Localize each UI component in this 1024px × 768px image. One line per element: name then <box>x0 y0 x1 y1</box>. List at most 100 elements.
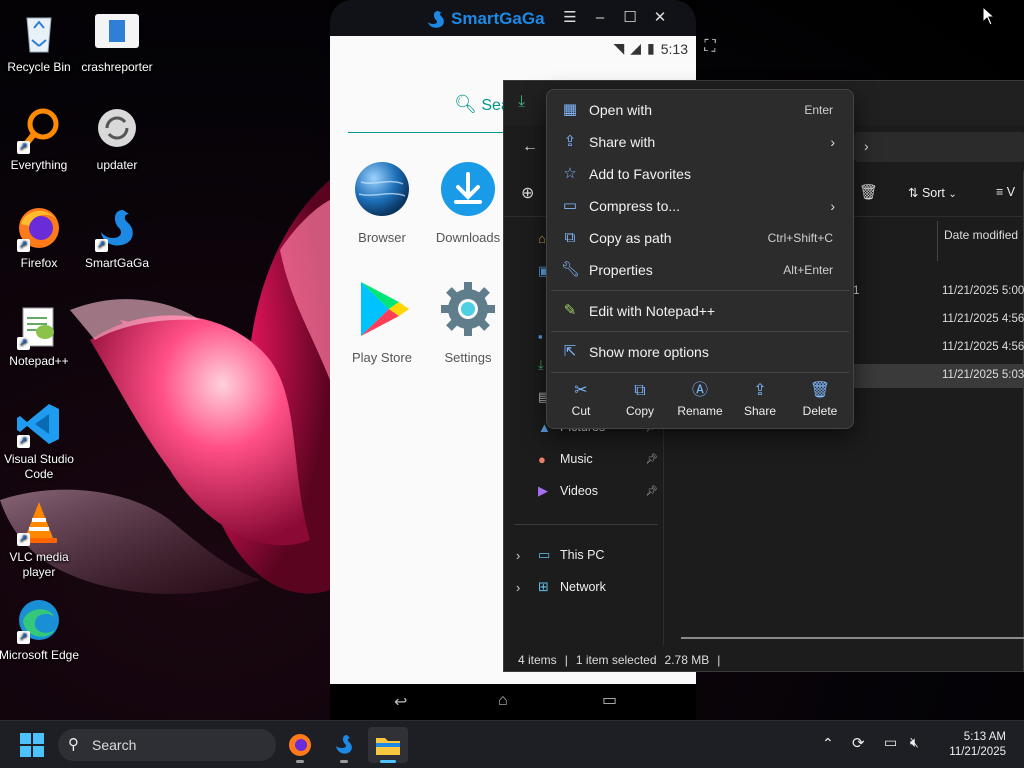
menu-item-compress-to[interactable]: ▭ Compress to... › <box>551 190 849 222</box>
quick-action-delete[interactable]: 🗑︎ Delete <box>790 380 850 426</box>
sort-button[interactable]: ⇅ Sort ⌄ <box>908 185 957 200</box>
desktop-icon-everything[interactable]: ↗ Everything <box>0 106 81 173</box>
home-icon[interactable]: ⌂ <box>538 231 546 246</box>
menu-item-properties[interactable]: 🔧︎ Properties Alt+Enter <box>551 254 849 286</box>
sort-label: Sort <box>921 186 945 200</box>
nav-item-this-pc[interactable]: › ▭ This PC <box>504 541 664 569</box>
app-play-store[interactable]: Play Store <box>342 280 422 365</box>
open-with-icon: ▦ <box>562 101 578 118</box>
taskbar-app-smartgaga[interactable] <box>324 727 364 763</box>
shortcut-arrow-icon: ↗ <box>17 533 30 546</box>
horizontal-scrollbar[interactable] <box>681 637 1024 639</box>
downloads-folder-icon[interactable]: ⤓ <box>538 357 544 373</box>
fullscreen-icon[interactable]: ⛶ <box>698 38 722 56</box>
smartgaga-swan-icon: ↗ <box>93 204 141 252</box>
view-button[interactable]: ≡ V <box>996 185 1015 199</box>
desktop-folder-icon[interactable]: ▪ <box>538 329 543 344</box>
windows-logo-icon <box>20 733 44 757</box>
emulator-maximize-button[interactable]: ☐ <box>620 8 640 28</box>
emulator-minimize-button[interactable]: – <box>590 8 610 28</box>
emulator-titlebar[interactable]: SmartGaGa ☰ – ☐ ✕ <box>330 0 696 36</box>
app-settings[interactable]: Settings <box>428 280 508 365</box>
android-search-bar[interactable]: 🔍︎ Sea <box>454 94 510 115</box>
breadcrumb-chevron-icon[interactable]: › <box>864 138 869 154</box>
wifi-icon: ◥ <box>613 40 625 56</box>
menu-item-shortcut: Enter <box>804 103 833 117</box>
chevron-up-icon[interactable]: ⌃ <box>822 735 834 752</box>
desktop-icon-crashreporter[interactable]: crashreporter <box>75 8 159 75</box>
nav-item-label: Music <box>560 452 593 466</box>
notepadpp-icon: ↗ <box>15 302 63 350</box>
sync-icon[interactable]: ⟳ <box>852 734 865 752</box>
menu-item-share-with[interactable]: ⇪ Share with › <box>551 126 849 158</box>
signal-icon: ◢ <box>630 40 642 56</box>
quick-action-rename[interactable]: Ⓐ Rename <box>670 380 730 426</box>
share-with-icon: ⇪ <box>563 133 577 150</box>
menu-item-add-to-favorites[interactable]: ☆ Add to Favorites <box>551 158 849 190</box>
search-icon: 🔍︎ <box>454 94 477 114</box>
taskbar-app-file-explorer[interactable] <box>368 727 408 763</box>
emulator-menu-button[interactable]: ☰ <box>560 8 580 28</box>
shortcut-arrow-icon: ↗ <box>17 239 30 252</box>
desktop-icon-vscode[interactable]: ↗ Visual Studio Code <box>0 400 81 482</box>
notepadpp-icon: ✎ <box>563 302 577 319</box>
edge-icon: ↗ <box>15 596 63 644</box>
this-pc-icon: ▭ <box>538 547 551 562</box>
quick-action-copy[interactable]: ⧉ Copy <box>610 380 670 426</box>
app-downloads[interactable]: Downloads <box>428 160 508 245</box>
emulator-title: SmartGaGa <box>451 9 545 28</box>
quick-action-label: Share <box>743 404 777 418</box>
desktop-icon-notepadpp[interactable]: ↗ Notepad++ <box>0 302 81 369</box>
recents-icon[interactable]: ▭ <box>602 690 617 710</box>
desktop-icon-updater[interactable]: updater <box>75 106 159 173</box>
menu-item-label: Show more options <box>589 344 709 360</box>
menu-item-show-more-options[interactable]: ⇱ Show more options <box>551 336 849 368</box>
desktop-icon-firefox[interactable]: ↗ Firefox <box>0 204 81 271</box>
file-context-menu[interactable]: ▦ Open with Enter ⇪ Share with › ☆ Add t… <box>546 89 854 429</box>
downloads-tab-icon[interactable]: ⤓ <box>518 93 525 111</box>
menu-item-copy-as-path[interactable]: ⧉ Copy as path Ctrl+Shift+C <box>551 222 849 254</box>
expand-chevron-icon[interactable]: › <box>516 548 520 563</box>
trash-icon: 🗑︎ <box>809 382 831 399</box>
taskbar-search-label: Search <box>92 737 137 753</box>
expand-chevron-icon[interactable]: › <box>516 580 520 595</box>
menu-item-shortcut: Alt+Enter <box>783 263 833 277</box>
menu-item-open-with[interactable]: ▦ Open with Enter <box>551 94 849 126</box>
menu-item-label: Share with <box>589 134 656 150</box>
copy-path-icon: ⧉ <box>564 229 576 246</box>
network-icon: ⊞ <box>538 579 549 594</box>
menu-item-edit-with-notepadpp[interactable]: ✎ Edit with Notepad++ <box>551 295 849 327</box>
display-icon[interactable]: ▭ <box>884 734 897 751</box>
address-field[interactable]: › <box>854 132 1024 162</box>
taskbar-search-box[interactable]: ⚲ Search <box>58 729 276 761</box>
menu-item-label: Edit with Notepad++ <box>589 303 716 319</box>
browser-globe-icon <box>353 160 411 218</box>
desktop-icon-smartgaga[interactable]: ↗ SmartGaGa <box>75 204 159 271</box>
start-button[interactable] <box>20 733 44 757</box>
taskbar-app-firefox[interactable] <box>280 727 320 763</box>
windows-taskbar: ⚲ Search ⌃ ⟳ ▭ 🔇︎ 5:13 AM 11/21/2025 <box>0 720 1024 768</box>
nav-item-music[interactable]: ● Music 📌︎ <box>504 445 664 473</box>
quick-action-share[interactable]: ⇪ Share <box>730 380 790 426</box>
nav-item-videos[interactable]: ▶ Videos 📌︎ <box>504 477 664 505</box>
desktop-icon-vlc[interactable]: ↗ VLC media player <box>0 498 81 580</box>
view-icon: ≡ <box>996 185 1004 199</box>
nav-item-network[interactable]: › ⊞ Network <box>504 573 664 601</box>
file-date: 11/21/2025 4:56 <box>942 313 1024 325</box>
taskbar-clock[interactable]: 5:13 AM 11/21/2025 <box>949 730 1006 760</box>
emulator-close-button[interactable]: ✕ <box>650 8 670 28</box>
quick-action-cut[interactable]: ✂ Cut <box>551 380 611 426</box>
back-icon[interactable]: ↩ <box>394 692 407 712</box>
delete-icon[interactable]: 🗑︎ <box>859 183 878 201</box>
column-header-date-modified[interactable]: Date modified <box>937 221 1018 261</box>
new-item-icon[interactable]: ⊕ <box>521 183 534 203</box>
desktop-icon-recycle-bin[interactable]: Recycle Bin <box>0 8 81 75</box>
app-browser[interactable]: Browser <box>342 160 422 245</box>
home-icon[interactable]: ⌂ <box>498 692 508 710</box>
status-separator: | <box>717 653 721 667</box>
desktop-icon-edge[interactable]: ↗ Microsoft Edge <box>0 596 81 663</box>
videos-folder-icon: ▶ <box>538 483 548 498</box>
clock-time: 5:13 AM <box>963 731 1006 743</box>
back-arrow-icon[interactable]: ← <box>522 138 538 156</box>
volume-muted-icon[interactable]: 🔇︎ <box>910 734 919 751</box>
